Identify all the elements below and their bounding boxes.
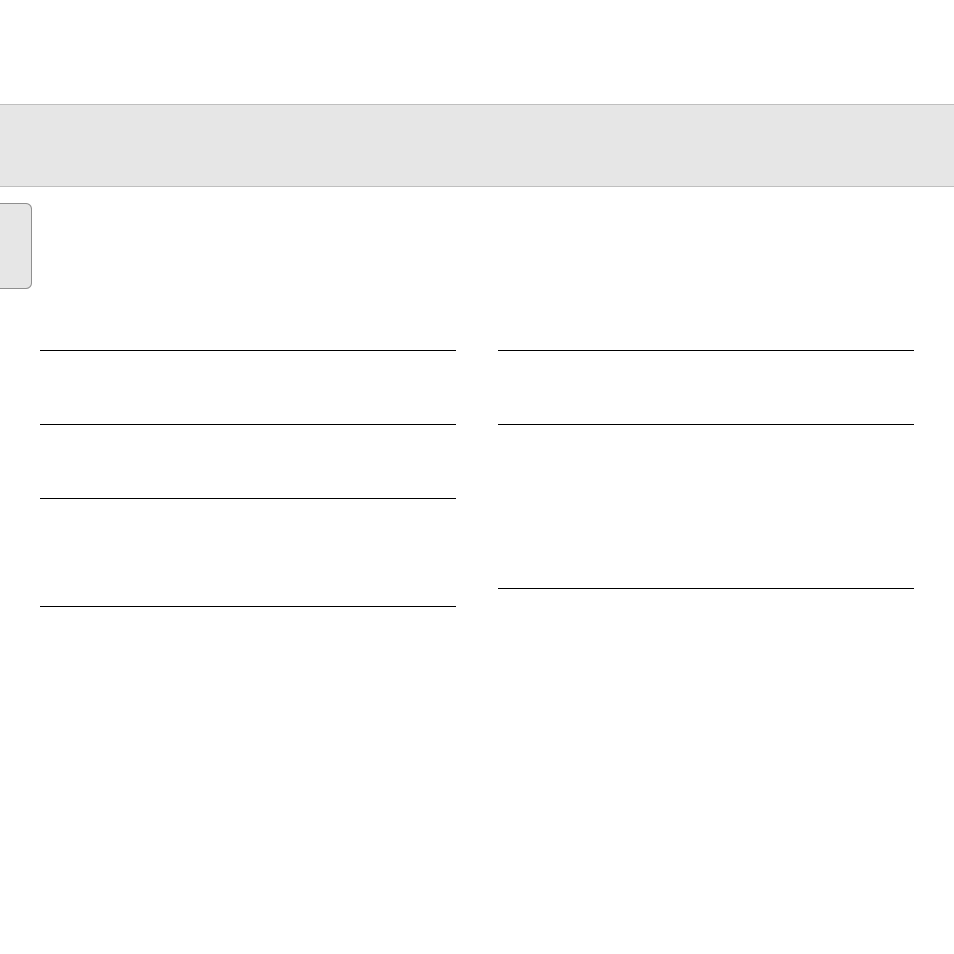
gap <box>40 499 456 563</box>
top-spacer <box>0 0 954 104</box>
sidebar-toggle-button[interactable] <box>0 203 32 289</box>
gap <box>40 425 456 455</box>
form-area <box>0 307 954 607</box>
field-left-3[interactable] <box>40 455 456 499</box>
field-right-1[interactable] <box>498 307 914 351</box>
form-column-right <box>498 307 914 607</box>
field-right-3[interactable] <box>498 545 914 589</box>
form-column-left <box>40 307 456 607</box>
field-right-2[interactable] <box>498 381 914 425</box>
header-bar <box>0 104 954 187</box>
field-left-1[interactable] <box>40 307 456 351</box>
gap <box>498 425 914 545</box>
gap <box>40 351 456 381</box>
field-left-2[interactable] <box>40 381 456 425</box>
toolbar-region <box>0 187 954 307</box>
gap <box>498 351 914 381</box>
field-left-4[interactable] <box>40 563 456 607</box>
